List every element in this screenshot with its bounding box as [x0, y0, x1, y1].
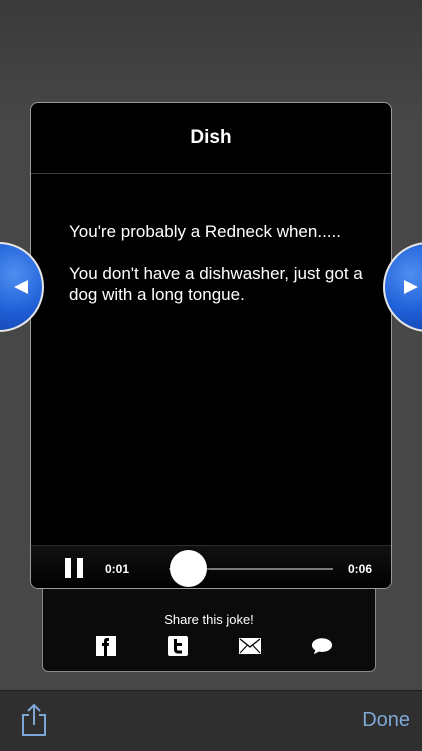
audio-player: 0:01 0:06 [31, 545, 391, 588]
joke-line-2: You don't have a dishwasher, just got a … [69, 264, 363, 304]
message-icon[interactable] [311, 635, 333, 657]
facebook-icon[interactable] [95, 635, 117, 657]
joke-text: You're probably a Redneck when..... You … [69, 221, 369, 305]
joke-line-1: You're probably a Redneck when..... [69, 222, 341, 241]
share-icon [22, 703, 46, 736]
arrow-right-icon [404, 280, 418, 294]
progress-thumb[interactable] [169, 550, 207, 587]
email-icon[interactable] [239, 635, 261, 657]
twitter-icon[interactable] [167, 635, 189, 657]
duration: 0:06 [347, 562, 372, 576]
share-panel: Share this joke! [42, 585, 376, 672]
pause-button[interactable] [65, 558, 85, 578]
arrow-left-icon [14, 280, 28, 294]
title-divider [31, 173, 391, 174]
joke-card: Dish You're probably a Redneck when.....… [30, 102, 392, 589]
bottom-toolbar: Done [0, 690, 422, 751]
current-time: 0:01 [105, 562, 130, 576]
done-button[interactable]: Done [362, 709, 410, 732]
share-icons [95, 635, 333, 657]
share-title: Share this joke! [164, 612, 254, 627]
card-title: Dish [190, 127, 232, 148]
share-button[interactable] [20, 703, 48, 737]
